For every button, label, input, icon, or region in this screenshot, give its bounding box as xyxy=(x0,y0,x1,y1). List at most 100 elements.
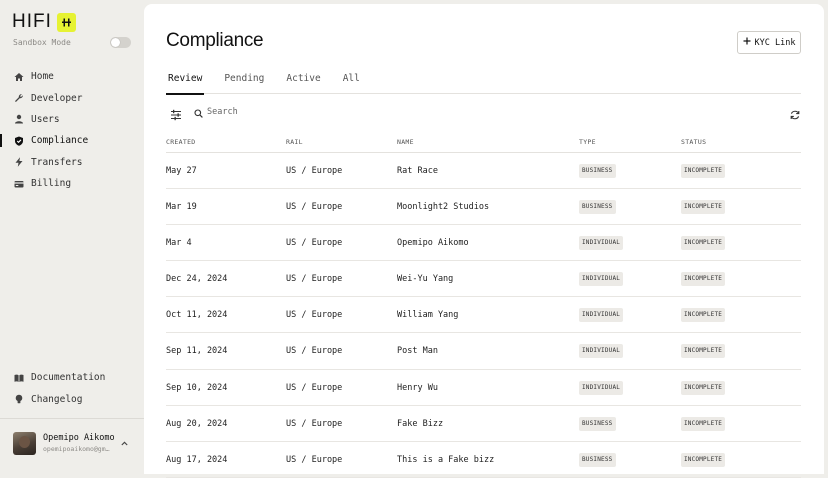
chevron-up-icon xyxy=(121,439,128,448)
user-email: opemipoaikomo@gm… xyxy=(43,444,110,453)
main-panel: Compliance KYC Link Review Pending Activ… xyxy=(144,4,824,478)
cell-rail: US / Europe xyxy=(286,382,343,393)
cell-created: Aug 20, 2024 xyxy=(166,418,228,429)
column-header-rail[interactable]: RAIL xyxy=(286,138,303,146)
sidebar-item-billing[interactable]: Billing xyxy=(0,173,144,194)
tab-active[interactable]: Active xyxy=(284,70,322,94)
cell-rail: US / Europe xyxy=(286,238,343,249)
tab-pending[interactable]: Pending xyxy=(222,70,266,94)
tab-all[interactable]: All xyxy=(341,70,362,94)
user-info: Opemipo Aikomo opemipoaikomo@gm… xyxy=(43,433,115,454)
sidebar-item-users[interactable]: Users xyxy=(0,109,144,130)
cell-name: This is a Fake bizz xyxy=(397,454,495,465)
table-row[interactable]: Oct 11, 2024 US / Europe William Yang IN… xyxy=(166,297,801,334)
sidebar-item-label: Documentation xyxy=(31,372,106,384)
logo-text: HIFI xyxy=(12,11,52,32)
kyc-link-label: KYC Link xyxy=(754,37,796,48)
sidebar-item-home[interactable]: Home xyxy=(0,66,144,87)
table-row[interactable]: Mar 4 US / Europe Opemipo Aikomo INDIVID… xyxy=(166,225,801,262)
status-badge: INCOMPLETE xyxy=(681,452,726,467)
sandbox-mode-row: Sandbox Mode xyxy=(13,36,131,48)
cell-created: Mar 4 xyxy=(166,238,192,249)
cell-name: Moonlight2 Studios xyxy=(397,202,490,213)
sidebar-item-developer[interactable]: Developer xyxy=(0,87,144,108)
search-box xyxy=(194,105,327,119)
cell-created: Sep 11, 2024 xyxy=(166,346,228,357)
wrench-icon xyxy=(14,93,24,103)
lightning-icon xyxy=(14,157,24,167)
cell-name: William Yang xyxy=(397,310,459,321)
toggle-knob xyxy=(111,37,120,47)
cell-name: Post Man xyxy=(397,346,438,357)
table-row[interactable]: Sep 11, 2024 US / Europe Post Man INDIVI… xyxy=(166,333,801,370)
tab-bar: Review Pending Active All xyxy=(166,70,801,95)
sidebar: HIFI Sandbox Mode Home Developer Users C… xyxy=(0,0,144,468)
column-header-type[interactable]: TYPE xyxy=(579,138,596,146)
type-badge: BUSINESS xyxy=(579,452,616,467)
compliance-table: CREATED RAIL NAME TYPE STATUS May 27 US … xyxy=(166,131,801,478)
cell-created: Oct 11, 2024 xyxy=(166,310,228,321)
table-row[interactable]: Sep 10, 2024 US / Europe Henry Wu INDIVI… xyxy=(166,370,801,406)
cell-rail: US / Europe xyxy=(286,274,343,285)
cell-name: Opemipo Aikomo xyxy=(397,238,469,249)
sidebar-item-transfers[interactable]: Transfers xyxy=(0,152,144,173)
status-badge: INCOMPLETE xyxy=(681,344,726,359)
sidebar-item-label: Developer xyxy=(31,92,83,104)
user-menu[interactable]: Opemipo Aikomo opemipoaikomo@gm… xyxy=(13,431,133,455)
status-badge: INCOMPLETE xyxy=(681,380,726,395)
table-header: CREATED RAIL NAME TYPE STATUS xyxy=(166,131,801,153)
column-header-status[interactable]: STATUS xyxy=(681,138,706,146)
table-row[interactable]: Mar 19 US / Europe Moonlight2 Studios BU… xyxy=(166,189,801,226)
column-header-created[interactable]: CREATED xyxy=(166,138,196,146)
table-row[interactable]: May 27 US / Europe Rat Race BUSINESS INC… xyxy=(166,153,801,190)
sandbox-mode-toggle[interactable] xyxy=(110,36,131,48)
cell-name: Wei-Yu Yang xyxy=(397,274,454,285)
bulb-icon xyxy=(14,394,24,404)
tab-review[interactable]: Review xyxy=(166,70,205,95)
table-row[interactable]: Dec 24, 2024 US / Europe Wei-Yu Yang IND… xyxy=(166,261,801,298)
home-icon xyxy=(14,72,24,82)
cell-rail: US / Europe xyxy=(286,166,343,176)
cell-created: Aug 17, 2024 xyxy=(166,454,228,465)
refresh-icon[interactable] xyxy=(789,106,801,120)
column-header-name[interactable]: NAME xyxy=(397,138,414,146)
sidebar-nav: Home Developer Users Compliance Transfer… xyxy=(0,66,144,194)
search-icon xyxy=(194,103,203,122)
sidebar-item-label: Transfers xyxy=(31,156,83,168)
type-badge: INDIVIDUAL xyxy=(579,308,624,323)
type-badge: INDIVIDUAL xyxy=(579,344,624,359)
sidebar-item-documentation[interactable]: Documentation xyxy=(0,367,144,388)
plus-icon xyxy=(743,37,751,48)
cell-name: Henry Wu xyxy=(397,382,438,393)
type-badge: BUSINESS xyxy=(579,200,616,215)
table-row[interactable]: Aug 17, 2024 US / Europe This is a Fake … xyxy=(166,442,801,478)
user-name: Opemipo Aikomo xyxy=(43,432,115,443)
type-badge: INDIVIDUAL xyxy=(579,380,624,395)
table-row[interactable]: Aug 20, 2024 US / Europe Fake Bizz BUSIN… xyxy=(166,406,801,442)
filter-sliders-icon[interactable] xyxy=(171,106,181,121)
sidebar-item-compliance[interactable]: Compliance xyxy=(0,130,144,151)
sidebar-item-label: Compliance xyxy=(31,135,89,147)
cell-created: Mar 19 xyxy=(166,202,197,213)
cell-rail: US / Europe xyxy=(286,202,343,213)
sidebar-bottom-nav: Documentation Changelog xyxy=(0,367,144,410)
cell-created: Sep 10, 2024 xyxy=(166,382,228,393)
cell-rail: US / Europe xyxy=(286,454,343,465)
cell-name: Fake Bizz xyxy=(397,418,444,429)
search-input[interactable] xyxy=(207,107,327,117)
avatar xyxy=(13,431,36,455)
kyc-link-button[interactable]: KYC Link xyxy=(737,31,801,54)
status-badge: INCOMPLETE xyxy=(681,272,726,287)
sidebar-item-label: Changelog xyxy=(31,393,83,405)
cell-rail: US / Europe xyxy=(286,346,343,357)
sidebar-item-label: Billing xyxy=(31,178,72,190)
divider xyxy=(0,418,144,419)
cell-rail: US / Europe xyxy=(286,418,343,429)
sandbox-mode-label: Sandbox Mode xyxy=(13,37,71,47)
logo[interactable]: HIFI xyxy=(12,12,76,32)
card-icon xyxy=(14,179,24,189)
logo-badge-icon xyxy=(56,12,76,32)
table-toolbar xyxy=(166,104,801,121)
sidebar-item-changelog[interactable]: Changelog xyxy=(0,388,144,409)
sidebar-item-label: Users xyxy=(31,113,60,125)
